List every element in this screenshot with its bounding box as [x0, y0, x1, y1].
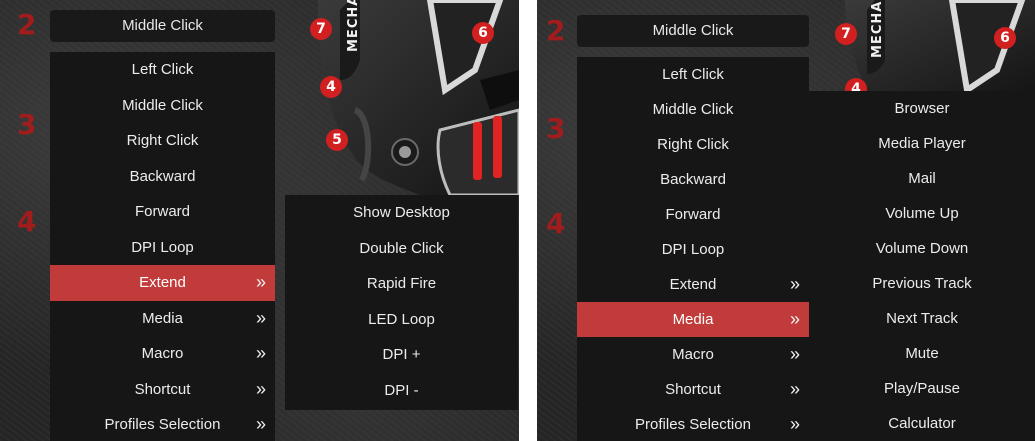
step-number-2: 2 — [546, 14, 566, 47]
menu-item-label: DPI Loop — [131, 238, 194, 256]
step-number-2: 2 — [17, 8, 37, 41]
menu-item-shortcut[interactable]: Shortcut » — [50, 372, 275, 408]
badge-4: 4 — [320, 76, 342, 98]
submenu-item-show-desktop[interactable]: Show Desktop — [285, 195, 518, 231]
submenu-item-led-loop[interactable]: LED Loop — [285, 302, 518, 338]
menu-item-label: Right Click — [657, 136, 729, 153]
submenu-item-play-pause[interactable]: Play/Pause — [809, 371, 1035, 406]
badge-6: 6 — [472, 22, 494, 44]
menu-item-right-click[interactable]: Right Click — [50, 123, 275, 159]
menu-item-middle-click[interactable]: Middle Click — [50, 88, 275, 124]
double-chevron-right-icon: » — [789, 344, 800, 364]
step-number-3: 3 — [17, 108, 37, 141]
function-menu: Left Click Middle Click Right Click Back… — [50, 52, 275, 441]
menu-item-macro[interactable]: Macro » — [50, 336, 275, 372]
menu-item-label: Shortcut — [665, 381, 721, 398]
right-settings-pane: MECHA 7 6 4 2 3 4 Middle Click Left Clic… — [537, 0, 1035, 441]
menu-item-label: Media — [672, 311, 714, 328]
menu-item-media[interactable]: Media » — [50, 301, 275, 337]
menu-item-shortcut[interactable]: Shortcut » — [577, 372, 809, 407]
menu-item-forward[interactable]: Forward — [577, 197, 809, 232]
menu-item-extend[interactable]: Extend » — [577, 267, 809, 302]
menu-item-right-click[interactable]: Right Click — [577, 127, 809, 162]
menu-item-label: Profiles Selection — [635, 416, 751, 433]
double-chevron-right-icon: » — [789, 274, 800, 294]
double-chevron-right-icon: » — [255, 414, 266, 434]
menu-item-label: Macro — [141, 345, 184, 362]
submenu-item-media-player[interactable]: Media Player — [809, 126, 1035, 161]
menu-item-label: Backward — [660, 171, 726, 188]
badge-7: 7 — [835, 23, 857, 45]
badge-5: 5 — [326, 129, 348, 151]
menu-item-label: Right Click — [126, 132, 199, 149]
menu-item-dpi-loop[interactable]: DPI Loop — [50, 230, 275, 266]
submenu-item-volume-down[interactable]: Volume Down — [809, 231, 1035, 266]
menu-item-label: DPI Loop — [661, 241, 725, 258]
double-chevron-right-icon: » — [789, 414, 800, 434]
submenu-item-next-track[interactable]: Next Track — [809, 301, 1035, 336]
function-menu: Left Click Middle Click Right Click Back… — [577, 57, 809, 441]
double-chevron-right-icon: » — [255, 343, 266, 363]
double-chevron-right-icon: » — [255, 272, 266, 292]
submenu-item-dpi-minus[interactable]: DPI - — [285, 373, 518, 409]
menu-item-label: Left Click — [662, 66, 724, 83]
step-number-4: 4 — [546, 207, 566, 240]
menu-item-dpi-loop[interactable]: DPI Loop — [577, 232, 809, 267]
menu-item-label: Shortcut — [134, 380, 191, 398]
menu-item-label: Left Click — [131, 61, 194, 78]
double-chevron-right-icon: » — [789, 379, 800, 399]
submenu-item-mute[interactable]: Mute — [809, 336, 1035, 371]
menu-item-left-click[interactable]: Left Click — [50, 52, 275, 88]
left-settings-pane: MECHA 7 6 4 5 2 3 4 Middle Click Left Cl… — [0, 0, 519, 441]
brand-text: MECHA — [870, 0, 885, 58]
menu-item-label: Macro — [672, 346, 714, 363]
menu-item-label: Middle Click — [652, 101, 734, 118]
menu-item-middle-click[interactable]: Middle Click — [577, 92, 809, 127]
media-submenu: Browser Media Player Mail Volume Up Volu… — [809, 91, 1035, 441]
double-chevron-right-icon: » — [255, 307, 266, 328]
menu-item-label: Media — [142, 309, 183, 327]
menu-item-label: Middle Click — [122, 96, 203, 114]
menu-item-macro[interactable]: Macro » — [577, 337, 809, 372]
submenu-item-previous-track[interactable]: Previous Track — [809, 266, 1035, 301]
menu-item-label: Extend — [669, 276, 717, 293]
menu-item-label: Forward — [665, 206, 721, 223]
menu-item-label: Backward — [129, 167, 196, 185]
menu-item-backward[interactable]: Backward — [50, 159, 275, 195]
menu-item-extend[interactable]: Extend » — [50, 265, 275, 301]
double-chevron-right-icon: » — [255, 378, 266, 399]
submenu-item-mail[interactable]: Mail — [809, 161, 1035, 196]
menu-item-forward[interactable]: Forward — [50, 194, 275, 230]
extend-submenu: Show Desktop Double Click Rapid Fire LED… — [285, 195, 518, 410]
menu-item-label: Forward — [134, 203, 190, 220]
button-assignment-dropdown[interactable]: Middle Click — [577, 15, 809, 47]
badge-6: 6 — [994, 27, 1016, 49]
submenu-item-rapid-fire[interactable]: Rapid Fire — [285, 266, 518, 302]
double-chevron-right-icon: » — [789, 309, 800, 329]
menu-item-profiles-selection[interactable]: Profiles Selection » — [577, 407, 809, 441]
menu-item-backward[interactable]: Backward — [577, 162, 809, 197]
submenu-item-double-click[interactable]: Double Click — [285, 231, 518, 267]
submenu-item-calculator[interactable]: Calculator — [809, 406, 1035, 441]
brand-text: MECHA — [346, 0, 361, 52]
menu-item-profiles-selection[interactable]: Profiles Selection » — [50, 407, 275, 441]
submenu-item-dpi-plus[interactable]: DPI + — [285, 337, 518, 373]
submenu-item-volume-up[interactable]: Volume Up — [809, 196, 1035, 231]
step-number-3: 3 — [546, 112, 566, 145]
button-assignment-dropdown[interactable]: Middle Click — [50, 10, 275, 42]
menu-item-label: Profiles Selection — [104, 416, 221, 433]
badge-7: 7 — [310, 18, 332, 40]
menu-item-label: Extend — [139, 274, 186, 291]
menu-item-left-click[interactable]: Left Click — [577, 57, 809, 92]
submenu-item-browser[interactable]: Browser — [809, 91, 1035, 126]
step-number-4: 4 — [17, 205, 37, 238]
menu-item-media[interactable]: Media » — [577, 302, 809, 337]
